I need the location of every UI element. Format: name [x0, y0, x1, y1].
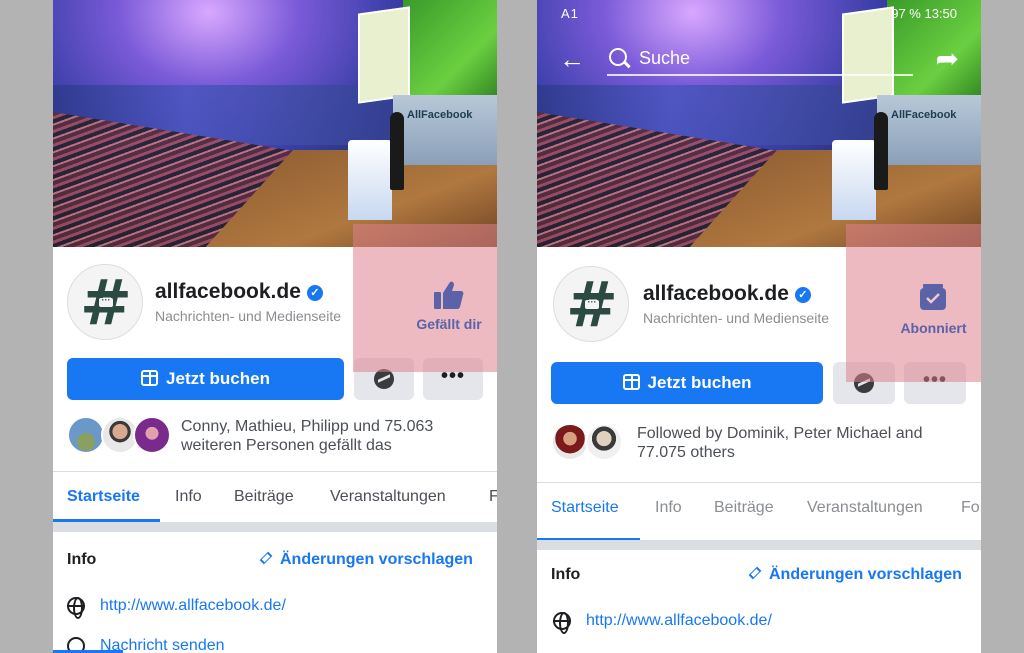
- verified-badge-icon: ✓: [794, 287, 811, 303]
- globe-icon: [553, 612, 571, 634]
- website-link[interactable]: http://www.allfacebook.de/: [586, 612, 772, 630]
- back-arrow-icon[interactable]: ←: [559, 44, 585, 75]
- page-category: Nachrichten- und Medienseite: [155, 308, 341, 324]
- calendar-icon: [141, 370, 159, 386]
- page-avatar[interactable]: # ···: [67, 264, 143, 340]
- search-input[interactable]: Suche: [639, 48, 690, 69]
- subscribed-button-highlight[interactable]: Abonniert: [846, 224, 981, 382]
- battery-time: 97 % 13:50: [891, 6, 957, 21]
- stage-logo-text: AllFacebook: [891, 109, 957, 121]
- inbox-check-icon: [920, 284, 946, 310]
- friend-avatar: [585, 423, 623, 461]
- search-bar[interactable]: ← Suche ➦: [537, 40, 981, 80]
- thumbs-up-icon: [434, 281, 464, 309]
- page-title: allfacebook.de ✓: [155, 280, 323, 304]
- page-category: Nachrichten- und Medienseite: [643, 310, 829, 326]
- cover-photo: AllFacebook: [53, 0, 497, 247]
- status-bar: A1 97 % 13:50: [537, 0, 981, 28]
- info-heading: Info: [67, 551, 97, 568]
- tab-info[interactable]: Info: [175, 488, 202, 506]
- carrier-label: A1: [561, 6, 579, 21]
- page-tabs: Startseite Info Beiträge Veranstaltungen…: [53, 471, 497, 522]
- section-separator: [53, 522, 497, 532]
- info-heading: Info: [551, 566, 581, 583]
- pencil-icon: [259, 551, 273, 565]
- page-tabs: Startseite Info Beiträge Veranstaltungen…: [537, 482, 981, 541]
- calendar-icon: [622, 374, 640, 390]
- stage-logo-text: AllFacebook: [407, 109, 473, 121]
- tab-more[interactable]: F: [489, 488, 497, 506]
- book-now-button[interactable]: Jetzt buchen: [67, 358, 344, 400]
- page-avatar[interactable]: # ···: [553, 266, 629, 342]
- left-screenshot: AllFacebook # ··· allfacebook.de ✓ Nachric…: [53, 0, 497, 653]
- book-now-button[interactable]: Jetzt buchen: [551, 362, 823, 404]
- social-context: Conny, Mathieu, Philipp und 75.063 weite…: [181, 418, 434, 454]
- like-label: Gefällt dir: [416, 316, 482, 332]
- tab-beitraege[interactable]: Beiträge: [714, 499, 774, 517]
- social-context: Followed by Dominik, Peter Michael and 7…: [637, 425, 923, 461]
- friend-avatar: [551, 423, 589, 461]
- suggest-edits-link[interactable]: Änderungen vorschlagen: [748, 566, 962, 584]
- verified-badge-icon: ✓: [306, 285, 323, 301]
- tab-startseite[interactable]: Startseite: [67, 488, 140, 506]
- globe-icon: [67, 597, 85, 619]
- friend-avatar: [133, 416, 171, 454]
- like-button-highlight[interactable]: Gefällt dir: [353, 224, 497, 372]
- suggest-edits-link[interactable]: Änderungen vorschlagen: [259, 551, 473, 569]
- pencil-icon: [748, 566, 762, 580]
- section-separator: [537, 540, 981, 550]
- tab-veranstaltungen[interactable]: Veranstaltungen: [330, 488, 446, 506]
- tab-info[interactable]: Info: [655, 499, 682, 517]
- right-screenshot: AllFacebook A1 97 % 13:50 ← Suche ➦ # ···…: [537, 0, 981, 653]
- page-title: allfacebook.de ✓: [643, 282, 811, 306]
- tab-veranstaltungen[interactable]: Veranstaltungen: [807, 499, 923, 517]
- cover-photo: AllFacebook A1 97 % 13:50 ← Suche ➦: [537, 0, 981, 247]
- search-icon: [609, 48, 627, 66]
- tab-startseite[interactable]: Startseite: [551, 499, 619, 517]
- tab-more[interactable]: Fo: [961, 499, 980, 517]
- friend-avatar: [67, 416, 105, 454]
- share-arrow-icon[interactable]: ➦: [936, 42, 959, 75]
- messenger-icon: [374, 369, 394, 389]
- tab-beitraege[interactable]: Beiträge: [234, 488, 294, 506]
- website-link[interactable]: http://www.allfacebook.de/: [100, 597, 286, 615]
- subscribed-label: Abonniert: [900, 320, 967, 336]
